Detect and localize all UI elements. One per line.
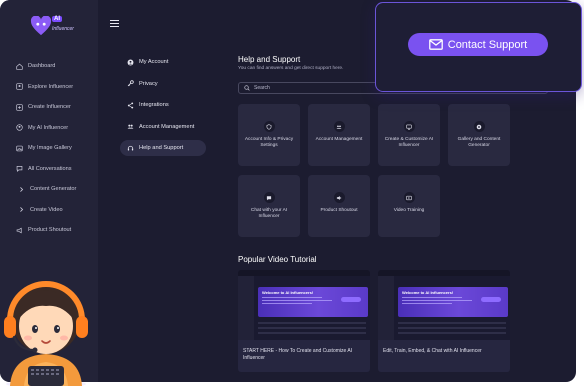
mail-icon: [428, 39, 443, 50]
account-icon: [127, 59, 134, 66]
users-icon: [333, 121, 345, 132]
sidebar-item-label: Create Influencer: [28, 104, 71, 111]
help-card-video-training[interactable]: Video Training: [378, 175, 440, 237]
user-plus-icon: [16, 104, 23, 111]
logo-badge: AI: [52, 16, 62, 22]
sidebar-item-content-generator[interactable]: Content Generator: [0, 179, 98, 200]
sidebar-item-my-ai-influencer[interactable]: My AI Influencer: [0, 118, 98, 139]
video-thumbnail: Welcome to AI Influencers!: [238, 270, 370, 340]
video-label: START HERE - How To Create and Customize…: [243, 348, 353, 361]
heart-logo-icon: [30, 16, 52, 36]
video-icon: [403, 192, 415, 203]
help-card-label: Chat with your AI Influencer: [250, 208, 288, 219]
support-mascot-icon: [4, 281, 88, 386]
help-card-label: Account Management: [315, 137, 363, 142]
settings-item-privacy[interactable]: Privacy: [120, 76, 206, 92]
settings-item-integrations[interactable]: Integrations: [120, 97, 206, 113]
shield-icon: [263, 121, 275, 132]
help-card-label: Create & Customize AI Influencer: [384, 137, 434, 148]
sidebar-item-create-video[interactable]: Create Video: [0, 200, 98, 221]
sidebar-item-label: Product Shoutout: [28, 227, 72, 234]
speaker-icon: [333, 192, 345, 203]
video-card-edit-train[interactable]: Welcome to AI Influencers! Edit, Train, …: [378, 270, 510, 372]
search-icon: [244, 85, 250, 91]
help-card-label: Account Info & Privacy Settings: [244, 137, 294, 148]
sidebar-item-label: All Conversations: [28, 165, 72, 172]
logo-subtitle: Influencer: [52, 26, 74, 32]
megaphone-icon: [16, 227, 23, 234]
contact-support-label: Contact Support: [447, 38, 528, 51]
sidebar-item-image-gallery[interactable]: My Image Gallery: [0, 138, 98, 159]
chat-bubble-icon: [263, 192, 275, 203]
gallery-icon: [473, 121, 485, 132]
settings-item-help-and-support[interactable]: Help and Support: [120, 140, 206, 156]
sidebar-item-label: Explore Influencer: [28, 83, 74, 90]
sidebar-item-label: My Image Gallery: [28, 145, 72, 152]
sidebar-item-all-conversations[interactable]: All Conversations: [0, 159, 98, 180]
sidebar-item-dashboard[interactable]: Dashboard: [0, 56, 98, 77]
video-card-start-here[interactable]: Welcome to AI Influencers! START HERE - …: [238, 270, 370, 372]
page-title: Help and Support: [238, 55, 301, 64]
settings-item-label: Account Management: [139, 123, 195, 130]
contact-support-button[interactable]: Contact Support: [408, 33, 548, 56]
stage: AI Influencer Dashboard Explore Influenc…: [0, 0, 584, 386]
settings-item-account-management[interactable]: Account Management: [120, 119, 206, 135]
help-card-gallery-content[interactable]: Gallery and Content Generator: [448, 104, 510, 166]
help-card-account-management[interactable]: Account Management: [308, 104, 370, 166]
help-card-label: Gallery and Content Generator: [457, 137, 501, 148]
screen-icon: [403, 121, 415, 132]
video-thumbnail-title: Welcome to AI Influencers!: [402, 290, 454, 295]
chat-icon: [16, 165, 23, 173]
contact-support-popup: Contact Support: [375, 2, 582, 92]
help-card-chat[interactable]: Chat with your AI Influencer: [238, 175, 300, 237]
sidebar-item-label: Dashboard: [28, 63, 56, 70]
chevron-right-icon: [18, 206, 25, 213]
profile-icon: [16, 124, 23, 131]
page-subtitle: You can find answers and get direct supp…: [238, 66, 344, 71]
video-thumbnail-title: Welcome to AI Influencers!: [262, 290, 314, 295]
sidebar-nav: Dashboard Explore Influencer Create Infl…: [0, 56, 98, 241]
chevron-right-icon: [18, 186, 25, 193]
settings-menu: My Account Privacy Integrations Account …: [120, 54, 206, 162]
popular-video-title: Popular Video Tutorial: [238, 255, 317, 264]
logo: AI Influencer: [30, 14, 74, 40]
help-card-product-shoutout[interactable]: Product Shoutout: [308, 175, 370, 237]
help-card-label: Product Shoutout: [320, 208, 358, 213]
settings-item-label: Integrations: [139, 102, 169, 108]
settings-item-label: Privacy: [139, 80, 158, 87]
headset-icon: [127, 145, 134, 152]
share-icon: [127, 101, 134, 109]
video-thumbnail: Welcome to AI Influencers!: [378, 270, 510, 340]
image-icon: [16, 145, 23, 152]
sidebar-item-create-influencer[interactable]: Create Influencer: [0, 97, 98, 118]
sidebar-item-label: Content Generator: [30, 186, 77, 193]
sidebar-item-product-shoutout[interactable]: Product Shoutout: [0, 220, 98, 241]
home-icon: [16, 63, 23, 70]
settings-item-label: Help and Support: [139, 145, 184, 151]
sidebar-item-label: Create Video: [30, 206, 63, 213]
help-card-account-info[interactable]: Account Info & Privacy Settings: [238, 104, 300, 166]
video-label: Edit, Train, Embed, & Chat with AI Influ…: [383, 348, 482, 354]
hamburger-menu-icon[interactable]: [110, 20, 119, 28]
help-card-create-customize[interactable]: Create & Customize AI Influencer: [378, 104, 440, 166]
users-icon: [127, 123, 134, 130]
user-search-icon: [16, 83, 23, 90]
help-card-label: Video Training: [393, 208, 425, 213]
sidebar-item-explore-influencer[interactable]: Explore Influencer: [0, 77, 98, 98]
settings-item-label: My Account: [139, 59, 169, 65]
sidebar-item-label: My AI Influencer: [28, 124, 69, 131]
settings-item-my-account[interactable]: My Account: [120, 54, 206, 70]
key-icon: [127, 80, 134, 87]
